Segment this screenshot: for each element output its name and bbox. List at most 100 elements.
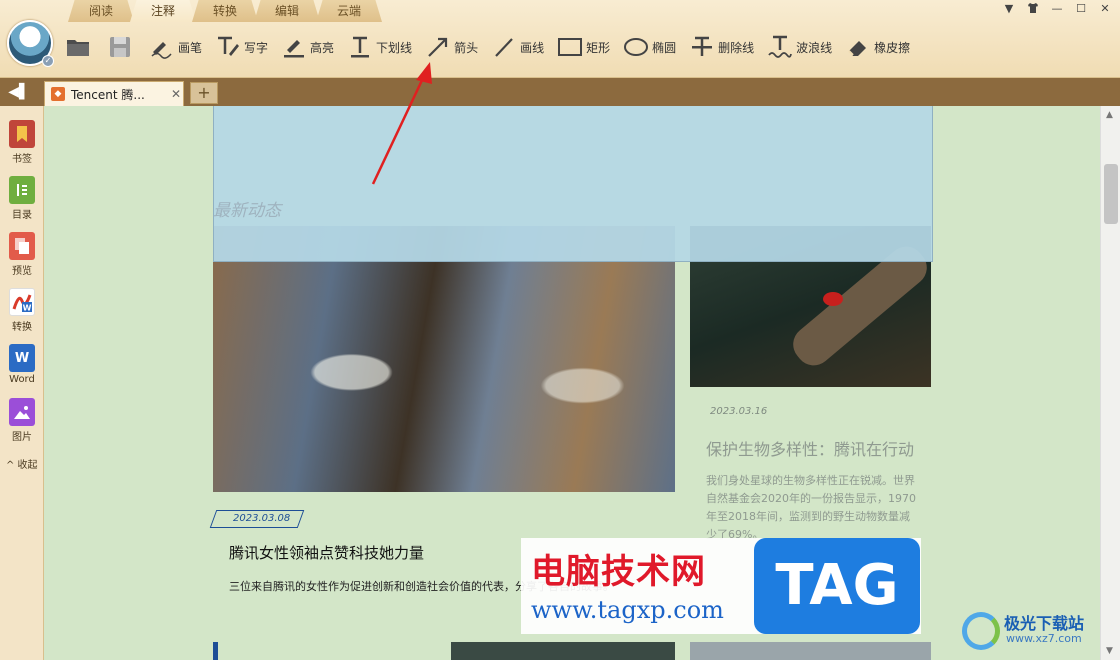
sidebar-label-toc: 目录 — [12, 210, 32, 221]
ellipse-tool-button[interactable]: 椭圆 — [622, 30, 676, 64]
preview-icon — [9, 232, 35, 260]
pen-tool-button[interactable]: 画笔 — [148, 30, 202, 64]
underline-icon — [346, 33, 374, 61]
sidebar-item-toc[interactable]: 目录 — [2, 176, 42, 221]
menu-dropdown-icon[interactable]: ▼ — [1002, 2, 1016, 16]
sidebar-label-bookmarks: 书签 — [12, 154, 32, 165]
sidebar-label-preview: 预览 — [12, 266, 32, 277]
eraser-tool-button[interactable]: 橡皮擦 — [844, 30, 910, 64]
eraser-icon — [844, 33, 872, 61]
highlighter-icon — [280, 33, 308, 61]
sidebar-item-bookmarks[interactable]: 书签 — [2, 120, 42, 165]
sidebar-collapse-button[interactable]: ^ 收起 — [6, 456, 38, 471]
accent-bar — [213, 642, 218, 660]
rectangle-icon — [556, 33, 584, 61]
ribbon-area: ✓ 阅读 注释 转换 编辑 云端 ▼ — ☐ ✕ 画笔 写字 高亮 下划线 箭头… — [0, 0, 1120, 78]
watermark-url-text: www.tagxp.com — [531, 596, 724, 624]
wavy-underline-icon — [766, 33, 794, 61]
sidebar-item-preview[interactable]: 预览 — [2, 232, 42, 277]
close-window-icon[interactable]: ✕ — [1098, 2, 1112, 16]
image-icon — [9, 398, 35, 426]
strikethrough-icon — [688, 33, 716, 61]
save-button[interactable] — [106, 30, 136, 64]
article-heading[interactable]: 腾讯女性领袖点赞科技她力量 — [229, 542, 424, 563]
bookmark-icon — [9, 120, 35, 148]
document-tab-strip: ◀▌ ◆ Tencent 腾... ✕ + — [0, 78, 1120, 106]
avatar-status-badge: ✓ — [42, 55, 54, 67]
rect-tool-label: 矩形 — [586, 40, 611, 55]
article-date: 2023.03.16 — [710, 406, 768, 417]
eraser-tool-label: 橡皮擦 — [874, 40, 911, 55]
close-tab-icon[interactable]: ✕ — [169, 87, 183, 101]
ellipse-tool-label: 椭圆 — [652, 40, 677, 55]
underline-tool-button[interactable]: 下划线 — [346, 30, 412, 64]
arrow-icon — [424, 33, 452, 61]
ladybug-shape — [823, 292, 843, 306]
word-icon: W — [9, 344, 35, 372]
section-title: 最新动态 — [213, 201, 281, 221]
tab-annotate[interactable]: 注释 — [130, 0, 196, 22]
sidebar-toggle-icon[interactable]: ◀▌ — [6, 82, 32, 102]
folder-icon — [64, 33, 92, 61]
skin-icon[interactable] — [1026, 2, 1040, 16]
left-sidebar: 书签 目录 预览 W 转换 W Word 图片 ^ 收起 — [0, 106, 44, 660]
sidebar-item-image[interactable]: 图片 — [2, 398, 42, 443]
rectangle-annotation[interactable] — [213, 106, 933, 262]
scroll-thumb[interactable] — [1104, 164, 1118, 224]
highlight-tool-button[interactable]: 高亮 — [280, 30, 334, 64]
article-date: 2023.03.08 — [233, 513, 291, 524]
annotation-toolbar: 画笔 写字 高亮 下划线 箭头 画线 矩形 椭圆 删除线 波浪线 橡皮擦 — [64, 30, 922, 64]
toc-icon — [9, 176, 35, 204]
line-tool-button[interactable]: 画线 — [490, 30, 544, 64]
corner-logo-name: 极光下载站 — [1004, 614, 1085, 633]
article-summary: 我们身处星球的生物多样性正在锐减。世界自然基金会2020年的一份报告显示，197… — [706, 474, 916, 541]
sidebar-item-word[interactable]: W Word — [2, 344, 42, 385]
scroll-up-icon[interactable]: ▲ — [1106, 110, 1116, 120]
wavy-line-tool-button[interactable]: 波浪线 — [766, 30, 832, 64]
document-tab-title: Tencent 腾... — [71, 87, 145, 102]
document-favicon-icon: ◆ — [51, 87, 65, 101]
maximize-icon[interactable]: ☐ — [1074, 2, 1088, 16]
watermark-tag-logo: TAG — [754, 538, 920, 634]
line-tool-label: 画线 — [520, 40, 545, 55]
line-icon — [490, 33, 518, 61]
strikethrough-tool-label: 删除线 — [718, 40, 755, 55]
window-controls: ▼ — ☐ ✕ — [1002, 2, 1112, 16]
article-image-thumbnail — [690, 642, 931, 660]
vertical-scrollbar[interactable]: ▲ ▼ — [1100, 106, 1120, 660]
new-tab-button[interactable]: + — [190, 82, 218, 104]
pen-tool-label: 画笔 — [178, 40, 203, 55]
top-tab-bar: 阅读 注释 转换 编辑 云端 — [68, 0, 382, 22]
article-heading[interactable]: 保护生物多样性：腾讯在行动 — [706, 436, 914, 460]
arrow-tool-button[interactable]: 箭头 — [424, 30, 478, 64]
document-tab[interactable]: ◆ Tencent 腾... ✕ — [44, 81, 184, 106]
strikethrough-tool-button[interactable]: 删除线 — [688, 30, 754, 64]
write-tool-label: 写字 — [244, 40, 269, 55]
pdf-to-word-icon: W — [9, 288, 35, 316]
corner-logo: 极光下载站 www.xz7.com — [960, 608, 1110, 654]
article-image-women — [213, 226, 675, 492]
article-image-thumbnail — [451, 642, 675, 660]
wavy-line-tool-label: 波浪线 — [796, 40, 833, 55]
open-folder-button[interactable] — [64, 30, 94, 64]
tab-cloud[interactable]: 云端 — [316, 0, 382, 22]
watermark-cn-text: 电脑技术网 — [531, 552, 706, 592]
corner-logo-url: www.xz7.com — [1006, 632, 1082, 645]
swirl-logo-icon — [962, 612, 1000, 650]
write-tool-button[interactable]: 写字 — [214, 30, 268, 64]
ellipse-icon — [622, 33, 650, 61]
tab-edit[interactable]: 编辑 — [254, 0, 320, 22]
sidebar-item-convert[interactable]: W 转换 — [2, 288, 42, 333]
arrow-tool-label: 箭头 — [454, 40, 479, 55]
svg-text:W: W — [23, 304, 32, 313]
sidebar-label-word: Word — [9, 374, 35, 385]
sidebar-label-image: 图片 — [12, 432, 32, 443]
rect-tool-button[interactable]: 矩形 — [556, 30, 610, 64]
text-pen-icon — [214, 33, 242, 61]
highlight-tool-label: 高亮 — [310, 40, 335, 55]
tab-convert[interactable]: 转换 — [192, 0, 258, 22]
tab-read[interactable]: 阅读 — [68, 0, 134, 22]
underline-tool-label: 下划线 — [376, 40, 413, 55]
minimize-icon[interactable]: — — [1050, 2, 1064, 16]
save-icon — [106, 33, 134, 61]
